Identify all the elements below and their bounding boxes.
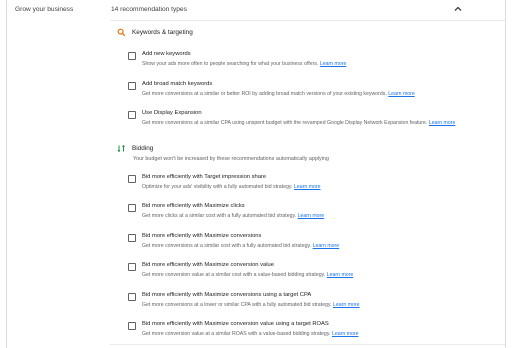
group-title: Bidding	[132, 145, 154, 152]
recommendation-description: Get more clicks at a similar cost with a…	[142, 213, 325, 219]
recommendation-checkbox[interactable]	[128, 204, 136, 212]
section-divider	[110, 20, 505, 21]
recommendation-checkbox[interactable]	[128, 234, 136, 242]
learn-more-link[interactable]: Learn more	[327, 272, 354, 278]
learn-more-link[interactable]: Learn more	[333, 302, 360, 308]
recommendation-description: Get more conversions at a similar cost w…	[142, 243, 340, 249]
right-border	[505, 0, 506, 348]
recommendation-description: Get more conversions at a similar CPA us…	[142, 120, 456, 126]
bottom-divider	[110, 344, 505, 345]
recommendation-checkbox[interactable]	[128, 263, 136, 271]
recommendation-description: Get more conversion value at a similar c…	[142, 272, 354, 278]
left-border	[6, 0, 7, 348]
recommendation-title: Use Display Expansion	[142, 110, 202, 116]
chevron-up-icon	[454, 6, 462, 11]
learn-more-link[interactable]: Learn more	[320, 61, 347, 67]
collapse-button[interactable]	[451, 2, 465, 16]
recommendation-title: Bid more efficiently with Maximize click…	[142, 203, 245, 209]
recommendation-checkbox[interactable]	[128, 322, 136, 330]
group-title: Keywords & targeting	[132, 29, 193, 36]
recommendation-checkbox[interactable]	[128, 82, 136, 90]
recommendation-description: Get more conversions at a lower or simil…	[142, 302, 360, 308]
learn-more-link[interactable]: Learn more	[313, 243, 340, 249]
recommendation-checkbox[interactable]	[128, 293, 136, 301]
learn-more-link[interactable]: Learn more	[332, 331, 359, 337]
search-icon	[117, 28, 126, 37]
recommendation-title: Bid more efficiently with Maximize conve…	[142, 292, 312, 298]
recommendation-description: Get more conversion value at a similar R…	[142, 331, 359, 337]
recommendation-title: Bid more efficiently with Target impress…	[142, 174, 267, 180]
group-header-bidding: Bidding	[117, 144, 153, 153]
recommendation-title: Bid more efficiently with Maximize conve…	[142, 233, 262, 239]
learn-more-link[interactable]: Learn more	[388, 91, 415, 97]
learn-more-link[interactable]: Learn more	[298, 213, 325, 219]
group-header-keywords: Keywords & targeting	[117, 28, 193, 37]
recommendation-checkbox[interactable]	[128, 175, 136, 183]
recommendation-checkbox[interactable]	[128, 52, 136, 60]
bidding-icon	[117, 144, 126, 153]
recommendation-title: Bid more efficiently with Maximize conve…	[142, 321, 329, 327]
recommendation-count: 14 recommendation types	[111, 6, 187, 13]
bidding-note: Your budget won't be increased by these …	[133, 156, 329, 162]
section-label: Grow your business	[15, 6, 74, 13]
learn-more-link[interactable]: Learn more	[294, 184, 321, 190]
recommendation-description: Get more conversions at a similar or bet…	[142, 91, 415, 97]
recommendation-description: Optimize for your ads' visibility with a…	[142, 184, 321, 190]
recommendation-title: Add broad match keywords	[142, 81, 213, 87]
learn-more-link[interactable]: Learn more	[429, 120, 456, 126]
recommendation-title: Bid more efficiently with Maximize conve…	[142, 262, 274, 268]
recommendation-description: Show your ads more often to people searc…	[142, 61, 347, 67]
recommendation-checkbox[interactable]	[128, 111, 136, 119]
recommendation-title: Add new keywords	[142, 51, 191, 57]
